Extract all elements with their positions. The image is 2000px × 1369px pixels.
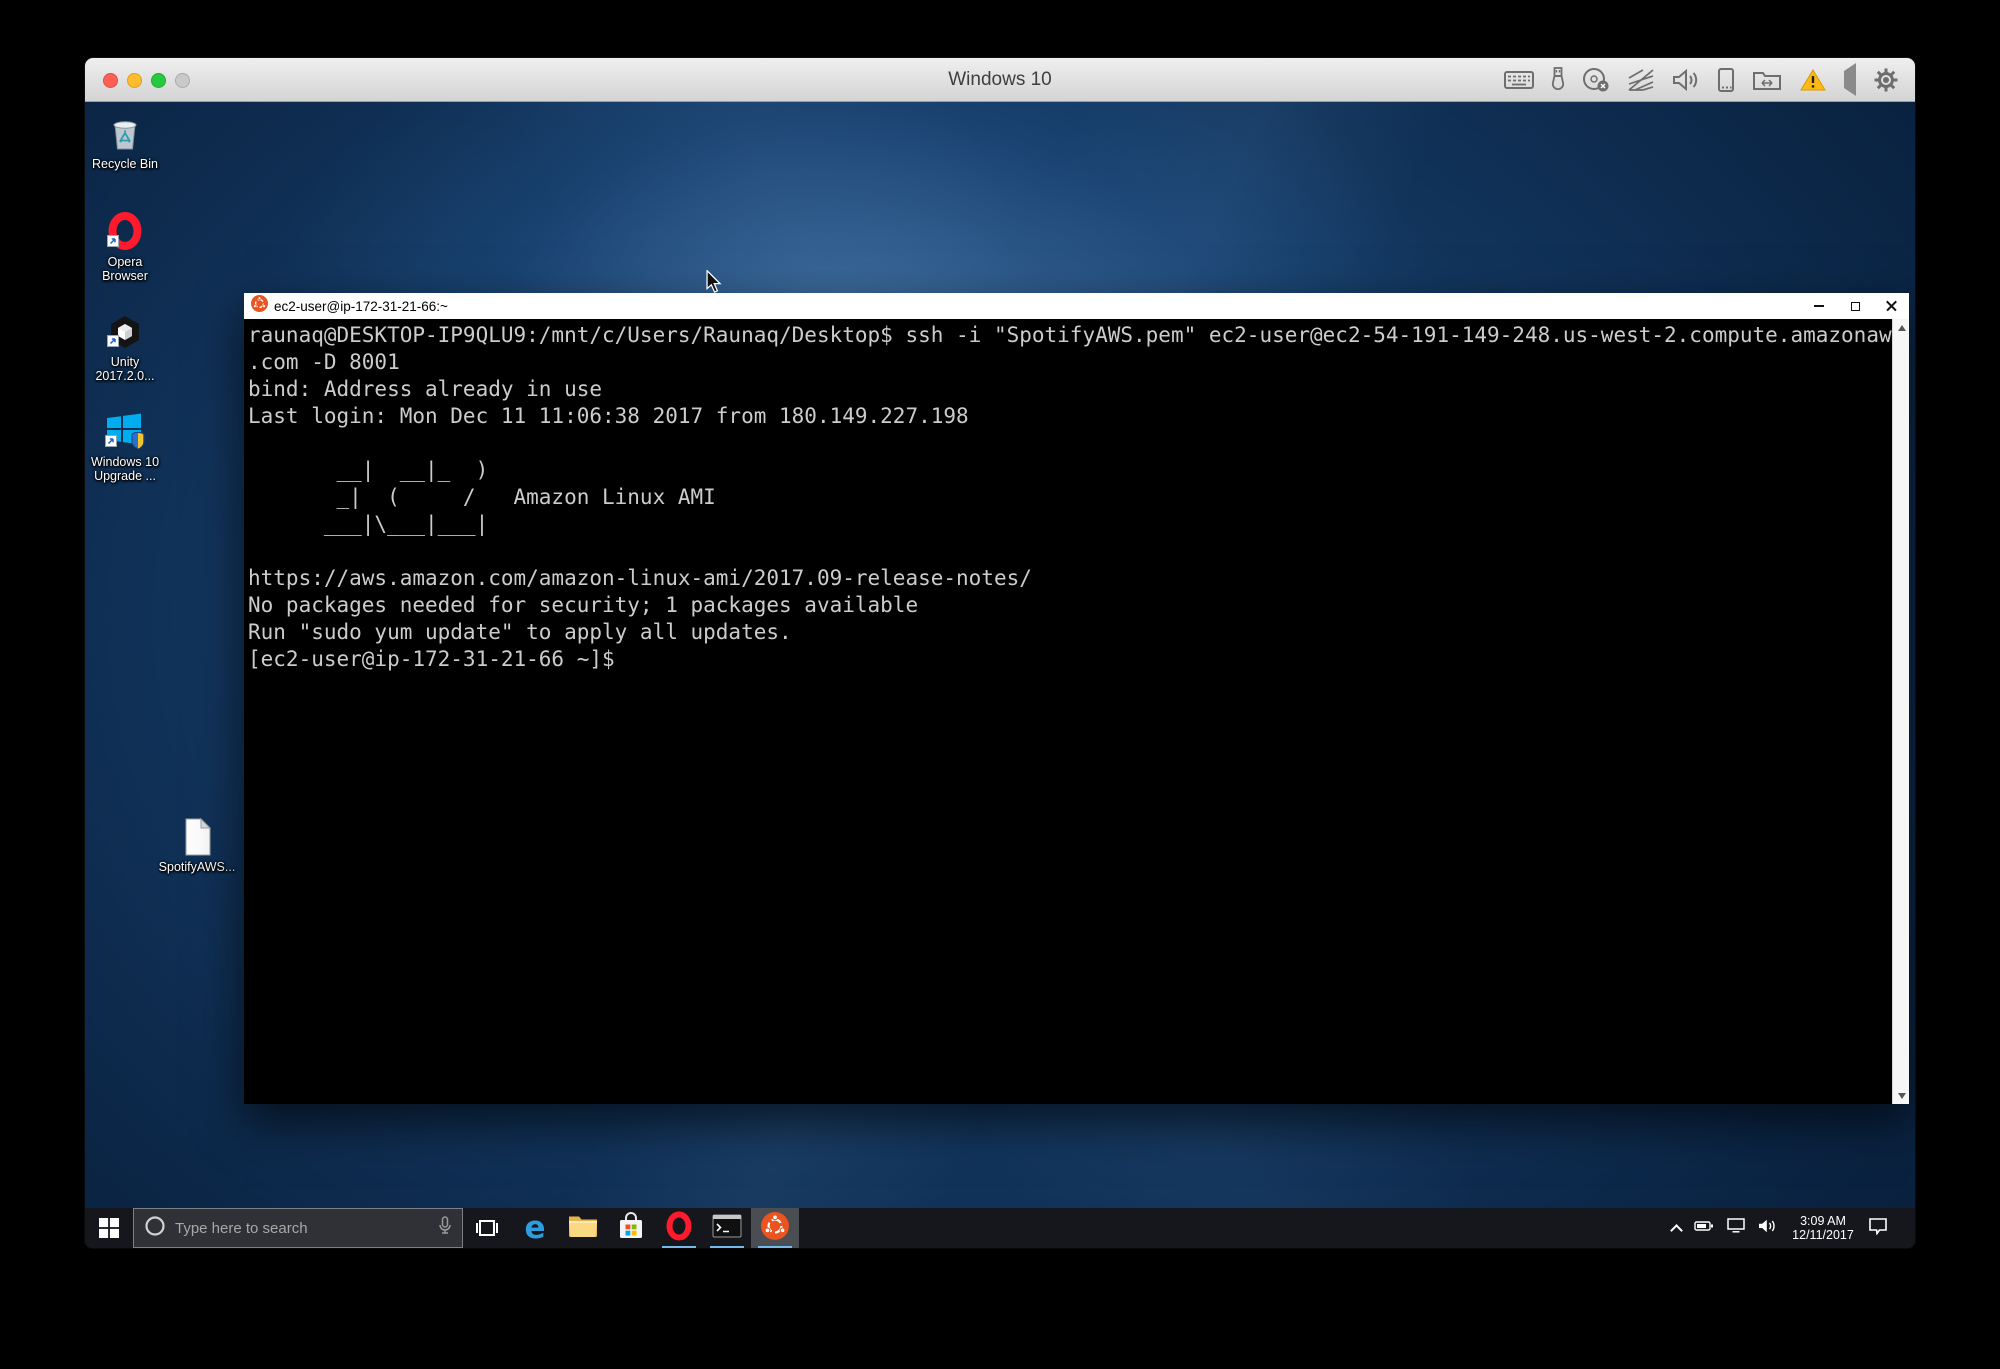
taskbar-search[interactable] [133,1208,463,1248]
scroll-down-icon[interactable] [1893,1087,1910,1104]
taskbar-app-edge[interactable]: e [511,1208,559,1248]
vm-toolbar [1504,58,1899,102]
terminal-prompt-line: [ec2-user@ip-172-31-21-66 ~]$ [248,646,1892,673]
terminal-maximize-button[interactable] [1837,293,1873,319]
inactive-window-button[interactable] [175,73,190,88]
terminal-line-ascii-art: _| ( / Amazon Linux AMI [248,484,1892,511]
vm-window: Windows 10 Recycle Bin [85,58,1915,1248]
close-window-button[interactable] [103,73,118,88]
running-indicator [710,1246,744,1249]
microphone-icon[interactable] [438,1216,452,1241]
unity-icon [105,310,145,352]
terminal-line: .com -D 8001 [248,349,1892,376]
desktop-icon-spotifyaws[interactable]: SpotifyAWS... [163,815,231,874]
system-tray: 3:09 AM 12/11/2017 [1672,1208,1915,1248]
windows-logo-icon [99,1218,119,1238]
running-indicator [758,1246,792,1249]
opera-icon [665,1211,693,1246]
clock-date: 12/11/2017 [1791,1228,1855,1243]
removable-disk-icon[interactable] [1717,67,1735,93]
keyboard-icon[interactable] [1504,69,1534,91]
clock-time: 3:09 AM [1791,1214,1855,1229]
command-prompt-icon [712,1214,742,1243]
mac-titlebar[interactable]: Windows 10 [85,58,1915,102]
task-view-button[interactable] [463,1208,511,1248]
taskbar-app-opera[interactable] [655,1208,703,1248]
terminal-line-ascii-art: ___|\___|___| [248,511,1892,538]
traffic-lights [103,58,190,102]
settings-gear-icon[interactable] [1873,67,1899,93]
volume-icon[interactable] [1758,1219,1778,1238]
desktop-icon-opera[interactable]: Opera Browser [91,210,159,283]
recycle-bin-icon [105,112,145,154]
terminal-close-button[interactable] [1873,293,1909,319]
usb-icon[interactable] [1551,67,1565,93]
terminal-controls [1801,293,1909,319]
terminal-line: Last login: Mon Dec 11 11:06:38 2017 fro… [248,403,1892,430]
network-status-icon[interactable] [1727,1218,1745,1238]
terminal-line [248,538,1892,565]
zoom-window-button[interactable] [151,73,166,88]
edge-icon: e [524,1213,545,1244]
cd-eject-icon[interactable] [1582,67,1610,93]
taskbar-app-ubuntu-bash[interactable] [751,1208,799,1248]
taskbar: e [85,1208,1915,1248]
terminal-line: Run "sudo yum update" to apply all updat… [248,619,1892,646]
collapse-toolbar-icon[interactable] [1844,71,1856,89]
terminal-line: No packages needed for security; 1 packa… [248,592,1892,619]
running-indicator [662,1246,696,1249]
minimize-window-button[interactable] [127,73,142,88]
ubuntu-icon [251,295,268,317]
taskbar-clock[interactable]: 3:09 AM 12/11/2017 [1791,1214,1855,1243]
terminal-titlebar[interactable]: ec2-user@ip-172-31-21-66:~ [244,293,1909,319]
screen: Windows 10 Recycle Bin [0,0,2000,1369]
taskbar-app-file-explorer[interactable] [559,1208,607,1248]
taskbar-app-store[interactable] [607,1208,655,1248]
shortcut-arrow-icon [107,334,119,352]
power-icon[interactable] [1694,1219,1714,1237]
task-view-icon [474,1217,500,1239]
taskbar-app-command-prompt[interactable] [703,1208,751,1248]
terminal-line [248,430,1892,457]
ubuntu-icon [761,1212,789,1245]
network-icon[interactable] [1627,68,1655,92]
file-explorer-icon [568,1214,598,1243]
document-icon [180,815,214,857]
terminal-scrollbar[interactable] [1892,319,1909,1104]
terminal-minimize-button[interactable] [1801,293,1837,319]
mouse-cursor [705,270,723,299]
shared-folder-icon[interactable] [1752,68,1782,92]
desktop-icon-windows10-upgrade[interactable]: Windows 10 Upgrade ... [91,410,159,483]
start-button[interactable] [85,1208,133,1248]
warning-icon[interactable] [1799,68,1827,92]
opera-icon [105,210,145,252]
terminal-line: https://aws.amazon.com/amazon-linux-ami/… [248,565,1892,592]
desktop-icon-label: SpotifyAWS... [158,860,236,874]
shortcut-arrow-icon [107,234,119,252]
terminal-window: ec2-user@ip-172-31-21-66:~ raunaq@DESKTO… [244,293,1909,1104]
cortana-icon [144,1215,166,1242]
search-input[interactable] [175,1220,429,1237]
terminal-line: bind: Address already in use [248,376,1892,403]
sound-icon[interactable] [1672,68,1700,92]
terminal-output[interactable]: raunaq@DESKTOP-IP9QLU9:/mnt/c/Users/Raun… [244,319,1892,1104]
desktop-icon-unity[interactable]: Unity 2017.2.0... [91,310,159,383]
desktop-icon-label: Unity 2017.2.0... [86,355,164,383]
show-hidden-icons-chevron[interactable] [1670,1224,1683,1237]
windows-desktop: Recycle Bin Opera Browser Unity 2017.2.0… [85,102,1915,1248]
action-center-icon[interactable] [1868,1217,1888,1240]
windows-upgrade-icon [103,410,147,452]
scroll-up-icon[interactable] [1893,319,1910,336]
store-icon [618,1212,644,1245]
terminal-line: raunaq@DESKTOP-IP9QLU9:/mnt/c/Users/Raun… [248,322,1892,349]
terminal-line-ascii-art: __| __|_ ) [248,457,1892,484]
shortcut-arrow-icon [105,434,117,452]
desktop-icon-label: Windows 10 Upgrade ... [86,455,164,483]
desktop-icon-recycle-bin[interactable]: Recycle Bin [91,112,159,171]
desktop-icon-label: Opera Browser [86,255,164,283]
desktop-icon-label: Recycle Bin [86,157,164,171]
terminal-title: ec2-user@ip-172-31-21-66:~ [274,299,1801,314]
